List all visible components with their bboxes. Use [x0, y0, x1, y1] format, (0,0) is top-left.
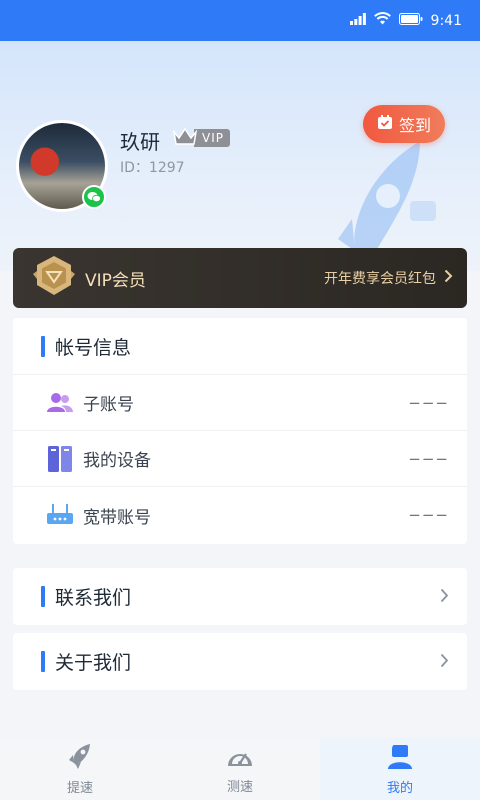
- wifi-icon: [373, 12, 391, 29]
- account-info-title: 帐号信息: [13, 318, 467, 375]
- crown-icon: [172, 126, 198, 150]
- vip-promo-link[interactable]: 开年费享会员红包: [324, 268, 453, 288]
- info-label: 子账号: [83, 395, 134, 415]
- about-us-label: 关于我们: [55, 652, 132, 674]
- profile-header: 玖研 VIP ID：1297 签到: [0, 41, 480, 271]
- rocket-icon: [68, 743, 92, 773]
- info-value: −−−: [408, 393, 449, 412]
- bottom-tab-bar: 提速 测速 我的: [0, 738, 480, 800]
- info-value: −−−: [408, 449, 449, 468]
- info-label: 我的设备: [83, 451, 151, 471]
- row-sub-accounts[interactable]: 子账号 −−−: [13, 375, 467, 431]
- vip-medal-icon: [31, 254, 77, 302]
- tab-speedtest[interactable]: 测速: [160, 738, 320, 800]
- vip-promo-text: 开年费享会员红包: [324, 271, 436, 287]
- status-time: 9:41: [430, 12, 462, 29]
- info-value: −−−: [408, 506, 449, 524]
- accent-bar: [41, 651, 45, 672]
- contact-us-link[interactable]: 联系我们: [13, 568, 467, 625]
- user-id: ID：1297: [120, 160, 185, 176]
- devices-icon: [47, 445, 73, 472]
- info-label: 宽带账号: [83, 507, 151, 528]
- about-us-link[interactable]: 关于我们: [13, 633, 467, 690]
- row-my-devices[interactable]: 我的设备 −−−: [13, 431, 467, 487]
- tab-label: 我的: [386, 780, 413, 796]
- account-info-card: 帐号信息 子账号 −−− 我的设备 −−− 宽带账号 −−−: [13, 318, 467, 544]
- chevron-right-icon: [444, 269, 453, 287]
- accent-bar: [41, 586, 45, 607]
- router-icon: [47, 502, 73, 528]
- vip-card-title: VIP会员: [85, 270, 146, 291]
- wechat-icon: [82, 185, 106, 209]
- signal-icon: [349, 12, 366, 29]
- vip-badge-label: VIP: [194, 129, 230, 147]
- speedometer-icon: [225, 744, 255, 772]
- username: 玖研: [120, 130, 160, 154]
- signin-button[interactable]: 签到: [363, 105, 445, 143]
- account-info-title-text: 帐号信息: [55, 336, 132, 359]
- signin-label: 签到: [398, 116, 431, 135]
- chevron-right-icon: [440, 651, 449, 673]
- tab-speedup[interactable]: 提速: [0, 738, 160, 800]
- vip-membership-card[interactable]: VIP会员 开年费享会员红包: [13, 248, 467, 308]
- profile-icon: [388, 743, 412, 773]
- status-bar: 9:41: [0, 0, 480, 41]
- tab-label: 提速: [66, 780, 93, 796]
- row-broadband-account[interactable]: 宽带账号 −−−: [13, 487, 467, 543]
- chevron-right-icon: [440, 586, 449, 608]
- users-icon: [47, 390, 73, 416]
- calendar-check-icon: [377, 114, 393, 134]
- tab-label: 测速: [226, 779, 253, 795]
- battery-icon: [398, 12, 423, 29]
- vip-badge: VIP: [172, 127, 230, 149]
- tab-mine[interactable]: 我的: [320, 738, 480, 800]
- contact-us-label: 联系我们: [55, 587, 132, 609]
